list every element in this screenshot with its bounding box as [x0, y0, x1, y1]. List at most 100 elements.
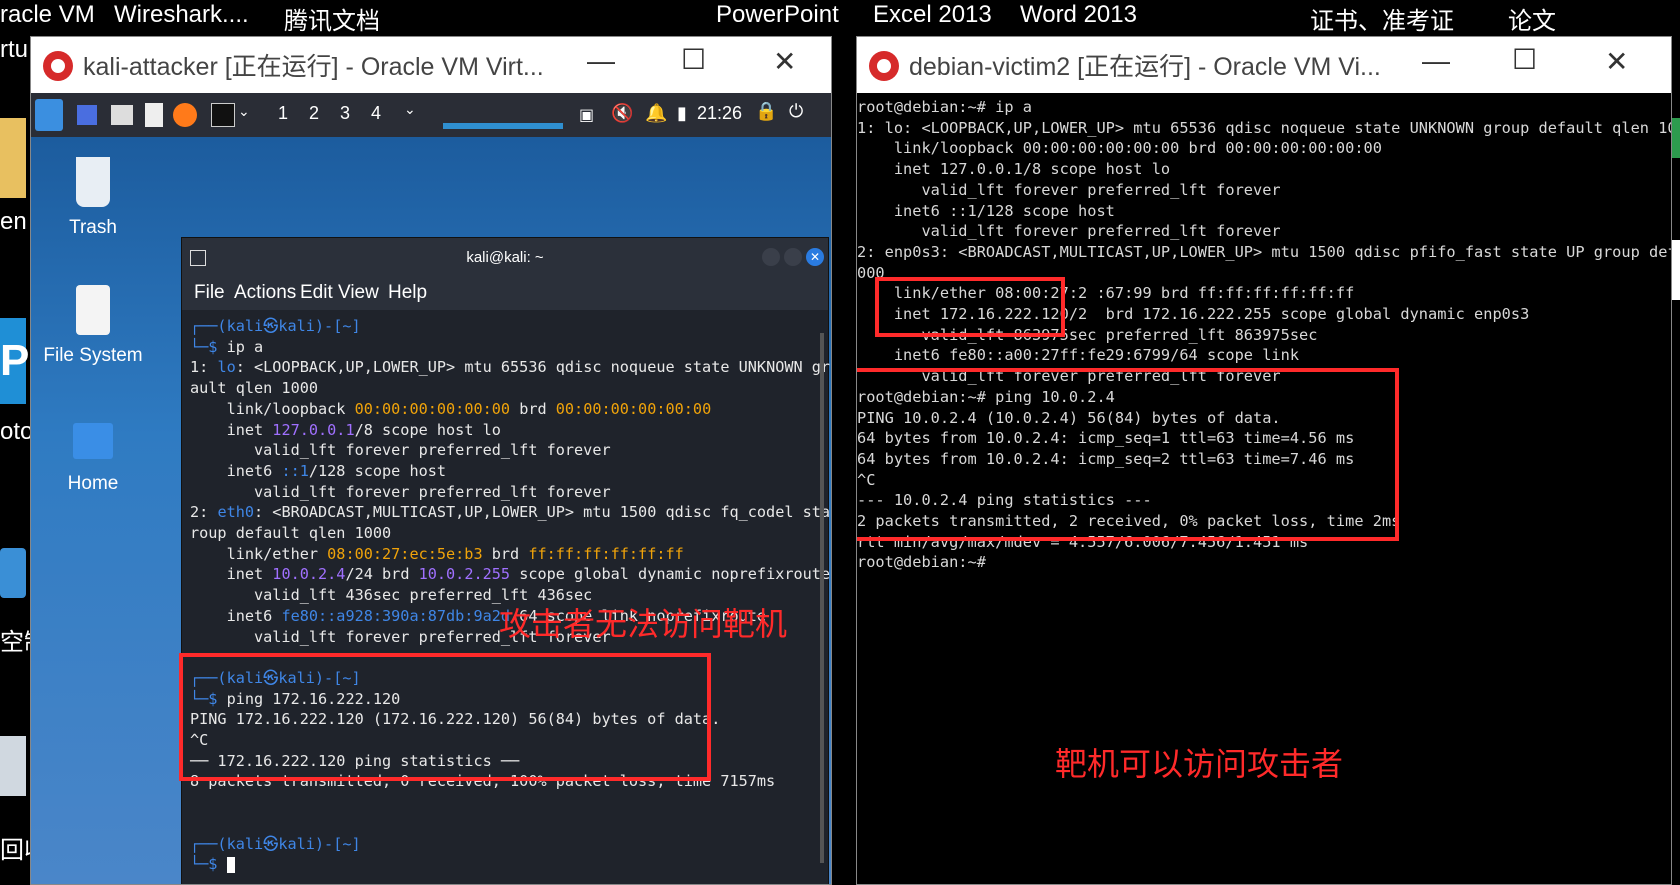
console-line: 1: lo: <LOOPBACK,UP,LOWER_UP> mtu 65536 … [857, 118, 1672, 137]
taskbar-item-powerpoint[interactable]: PowerPoint [716, 1, 839, 29]
desktop-icon-label: Trash [69, 217, 117, 238]
maximize-button[interactable] [784, 248, 802, 266]
chevron-down-icon[interactable]: ⌄ [238, 103, 250, 120]
recycle-bin-icon[interactable] [0, 736, 26, 796]
battery-icon: ▮ [677, 103, 687, 123]
desktop-icon-trash[interactable]: Trash [38, 157, 148, 239]
debian-window-titlebar[interactable]: debian-victim2 [正在运行] - Oracle VM Vi... … [857, 37, 1671, 92]
terminal-line: 2: eth0: <BROADCAST,MULTICAST,UP,LOWER_U… [190, 503, 832, 522]
logout-icon[interactable]: ⏻ [789, 101, 803, 122]
menu-edit[interactable]: Edit [300, 282, 333, 304]
host-desktop-label: en [0, 208, 27, 235]
menu-file[interactable]: File [194, 282, 225, 304]
lock-icon[interactable]: 🔒 [755, 101, 777, 122]
console-line: valid_lft forever preferred_lft forever [857, 222, 1281, 241]
kali-menu-icon[interactable] [35, 99, 63, 131]
notification-bell-icon[interactable]: 🔔 [645, 103, 667, 124]
virtualbox-icon [43, 51, 73, 81]
terminal-line: ┌──(kali㉿kali)-[~] [190, 834, 361, 853]
taskbar-item-word[interactable]: Word 2013 [1020, 1, 1137, 29]
taskbar-item-certificates[interactable]: 证书、准考证 [1310, 1, 1454, 36]
close-button[interactable]: ✕ [773, 45, 796, 78]
taskbar-item-virtualbox[interactable]: racle VM [0, 1, 95, 29]
workspace-2[interactable]: 2 [309, 103, 319, 124]
terminal-line: link/ether 08:00:27:ec:5e:b3 brd ff:ff:f… [190, 544, 684, 563]
host-taskbar: racle VM Wireshark.... 腾讯文档 PowerPoint E… [0, 0, 1680, 36]
terminal-scrollbar[interactable] [820, 333, 824, 863]
desktop-icon-file-system[interactable]: File System [38, 285, 148, 367]
text-editor-icon[interactable] [145, 103, 163, 127]
minimize-button[interactable]: — [587, 45, 615, 77]
show-desktop-icon[interactable] [77, 105, 97, 125]
maximize-button[interactable]: ☐ [681, 43, 706, 76]
console-line: inet6 ::1/128 scope host [857, 201, 1115, 220]
terminal-icon[interactable] [211, 103, 235, 127]
menu-view[interactable]: View [338, 282, 379, 304]
taskbar-item-tencent-docs[interactable]: 腾讯文档 [284, 1, 380, 36]
app-icon[interactable]: P [0, 318, 29, 404]
highlight-box [179, 653, 711, 781]
menu-actions[interactable]: Actions [234, 282, 296, 304]
close-button[interactable]: ✕ [1605, 45, 1628, 78]
console-line: 2: enp0s3: <BROADCAST,MULTICAST,UP,LOWER… [857, 242, 1671, 261]
minimize-button[interactable]: — [1422, 45, 1450, 77]
kali-top-panel: ⌄ 1 2 3 4 ⌄ ▣ 🔇 🔔 ▮ 21:26 🔒 ⏻ [31, 93, 831, 140]
file-manager-icon[interactable] [111, 105, 133, 125]
chevron-down-icon[interactable]: ⌄ [404, 101, 416, 118]
console-line: link/loopback 00:00:00:00:00:00 brd 00:0… [857, 139, 1382, 158]
debian-console[interactable]: root@debian:~# ip a 1: lo: <LOOPBACK,UP,L… [857, 93, 1671, 884]
terminal-app-icon [190, 250, 206, 266]
highlight-box [857, 368, 1399, 541]
home-folder-icon [73, 423, 113, 459]
cpu-graph [443, 123, 563, 129]
terminal-titlebar[interactable]: kali@kali: ~ [182, 238, 828, 278]
terminal-line: inet6 ::1/128 scope host [190, 461, 447, 480]
workspace-1[interactable]: 1 [278, 103, 288, 124]
taskbar-item-excel[interactable]: Excel 2013 [873, 1, 992, 29]
terminal-line: inet 127.0.0.1/8 scope host lo [190, 420, 501, 439]
console-line: inet6 fe80::a00:27ff:fe29:6799/64 scope … [857, 346, 1300, 365]
console-line: valid_lft forever preferred_lft forever [857, 180, 1281, 199]
desktop-icon-home[interactable]: Home [38, 423, 148, 495]
trash-icon [76, 157, 110, 207]
workspace-3[interactable]: 3 [340, 103, 350, 124]
folder-icon[interactable] [0, 118, 26, 198]
mute-icon[interactable]: 🔇 [611, 103, 633, 124]
debian-vm-window[interactable]: debian-victim2 [正在运行] - Oracle VM Vi... … [856, 36, 1672, 885]
desktop-icon-label: File System [43, 345, 143, 366]
close-button[interactable]: ✕ [806, 248, 824, 266]
drive-icon [76, 285, 110, 335]
highlight-box [875, 277, 1065, 337]
virtualbox-icon [869, 51, 899, 81]
terminal-line: roup default qlen 1000 [190, 524, 392, 543]
file-icon[interactable] [1672, 240, 1680, 300]
workspace-4[interactable]: 4 [371, 103, 381, 124]
kali-terminal-window[interactable]: kali@kali: ~ ✕ File Actions Edit View He… [181, 237, 832, 884]
maximize-button[interactable]: ☐ [1512, 43, 1537, 76]
terminal-line: ault qlen 1000 [190, 379, 319, 398]
terminal-title: kali@kali: ~ [466, 249, 544, 266]
terminal-line: valid_lft forever preferred_lft forever [190, 441, 611, 460]
console-line: inet 127.0.0.1/8 scope host lo [857, 160, 1171, 179]
minimize-button[interactable] [762, 248, 780, 266]
terminal-line: inet 10.0.2.4/24 brd 10.0.2.255 scope gl… [190, 565, 831, 584]
kali-vm-window[interactable]: kali-attacker [正在运行] - Oracle VM Virt...… [30, 36, 832, 885]
firefox-icon[interactable] [173, 103, 197, 127]
control-panel-icon[interactable] [0, 548, 26, 598]
terminal-line: 1: lo: <LOOPBACK,UP,LOWER_UP> mtu 65536 … [190, 358, 832, 377]
screen-icon[interactable]: ▣ [579, 105, 594, 125]
taskbar-item-thesis[interactable]: 论文 [1508, 1, 1556, 36]
desktop-icon-label: Home [67, 473, 119, 494]
taskbar-item-wireshark[interactable]: Wireshark.... [114, 1, 249, 29]
kali-terminal-output[interactable]: ┌──(kali㉿kali)-[~] └─$ ip a 1: lo: <LOOPBA… [190, 316, 832, 875]
console-line: root@debian:~# [857, 553, 996, 572]
excel-icon[interactable] [1672, 118, 1680, 158]
kali-window-title: kali-attacker [正在运行] - Oracle VM Virt... [83, 53, 544, 81]
annotation-victim: 靶机可以访问攻击者 [1055, 746, 1344, 782]
terminal-line: valid_lft forever preferred_lft forever [190, 482, 611, 501]
kali-window-titlebar[interactable]: kali-attacker [正在运行] - Oracle VM Virt...… [31, 37, 831, 92]
menu-help[interactable]: Help [388, 282, 427, 304]
kali-desktop: Trash File System Home kali@kali: ~ ✕ Fi… [31, 137, 831, 884]
clock[interactable]: 21:26 [697, 103, 742, 124]
